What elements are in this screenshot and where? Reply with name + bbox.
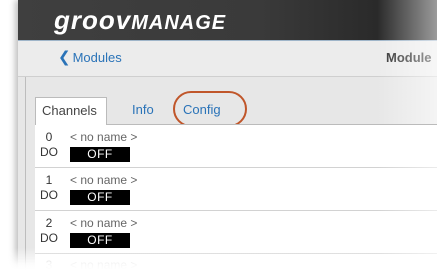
header-bar: groovMANAGE bbox=[18, 0, 437, 40]
channel-state-badge[interactable]: OFF bbox=[70, 190, 130, 205]
channel-row[interactable]: 3 < no name > bbox=[35, 254, 437, 270]
channel-type: DO bbox=[40, 145, 58, 159]
channel-state-badge[interactable]: OFF bbox=[70, 147, 130, 162]
screenshot-stage: groovMANAGE ❮ Modules Module Channels In… bbox=[0, 0, 437, 270]
channel-list: 0 DO < no name > OFF 1 DO < no name > OF… bbox=[35, 125, 437, 270]
tab-channels[interactable]: Channels bbox=[35, 97, 107, 125]
back-link-label: Modules bbox=[72, 50, 122, 65]
left-divider bbox=[25, 77, 26, 270]
channel-name: < no name > bbox=[70, 173, 138, 187]
chevron-left-icon: ❮ bbox=[58, 49, 71, 66]
channel-type: DO bbox=[40, 231, 58, 245]
logo-text-manage: MANAGE bbox=[131, 12, 227, 34]
channel-number: 3 bbox=[45, 258, 53, 270]
channel-state-badge[interactable]: OFF bbox=[70, 233, 130, 248]
channel-name: < no name > bbox=[70, 130, 138, 144]
channel-name: < no name > bbox=[70, 216, 138, 230]
app-window: groovMANAGE ❮ Modules Module Channels In… bbox=[18, 0, 437, 270]
tab-config[interactable]: Config bbox=[178, 97, 226, 124]
channel-number: 2 bbox=[45, 216, 53, 230]
tab-info[interactable]: Info bbox=[132, 97, 154, 124]
channel-type: DO bbox=[40, 188, 58, 202]
channel-number: 1 bbox=[45, 173, 53, 187]
app-logo: groovMANAGE bbox=[54, 6, 226, 34]
channel-number: 0 bbox=[45, 130, 53, 144]
back-to-modules-link[interactable]: ❮ Modules bbox=[58, 50, 122, 66]
page-title: Module bbox=[386, 50, 432, 65]
channel-name: < no name > bbox=[70, 258, 138, 270]
channel-row[interactable]: 0 DO < no name > OFF bbox=[35, 125, 437, 168]
logo-text-groov: groov bbox=[54, 5, 132, 35]
channel-row[interactable]: 2 DO < no name > OFF bbox=[35, 211, 437, 254]
navigation-bar: ❮ Modules Module bbox=[18, 40, 437, 77]
channel-row[interactable]: 1 DO < no name > OFF bbox=[35, 168, 437, 211]
module-content: Channels Info Config 0 DO < no name > OF… bbox=[18, 77, 437, 270]
